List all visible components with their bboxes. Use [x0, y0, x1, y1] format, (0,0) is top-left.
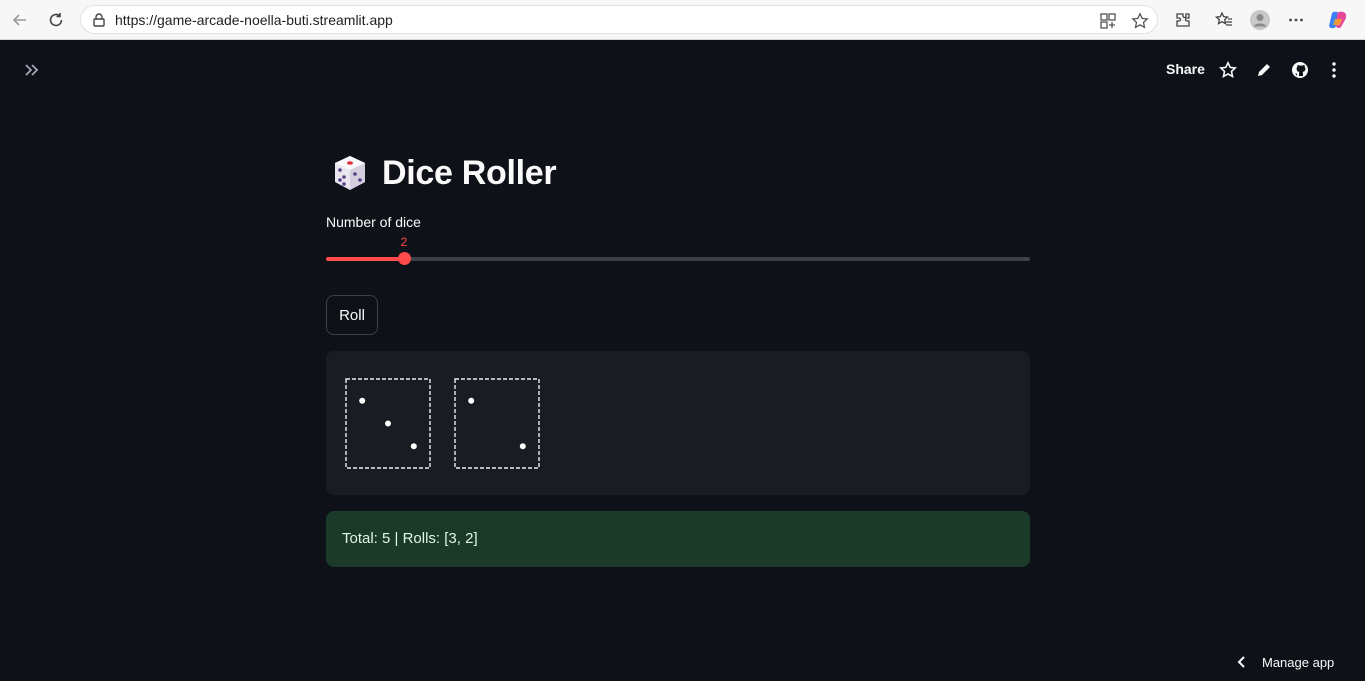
slider-value: 2: [400, 235, 408, 249]
url-text[interactable]: https://game-arcade-noella-buti.streamli…: [115, 12, 393, 28]
die-face-2: [454, 378, 540, 469]
lock-icon[interactable]: [91, 12, 107, 28]
back-icon[interactable]: [8, 8, 32, 32]
manage-app-button[interactable]: Manage app: [1236, 650, 1334, 674]
app-header: Share: [0, 40, 1365, 100]
die-pip: [410, 443, 417, 450]
die-pip: [519, 443, 526, 450]
slider-fill: [326, 257, 404, 261]
die-face-1: [345, 378, 431, 469]
roll-button[interactable]: Roll: [326, 295, 378, 335]
browser-toolbar: https://game-arcade-noella-buti.streamli…: [0, 0, 1365, 40]
result-text: Total: 5 | Rolls: [3, 2]: [342, 530, 478, 547]
star-icon[interactable]: [1216, 58, 1240, 82]
profile-avatar-icon[interactable]: [1248, 8, 1272, 32]
copilot-icon[interactable]: [1326, 8, 1350, 32]
die-pip: [468, 397, 475, 404]
reload-icon[interactable]: [44, 8, 68, 32]
extensions-icon[interactable]: [1171, 8, 1195, 32]
edit-pencil-icon[interactable]: [1252, 58, 1276, 82]
app-available-icon[interactable]: [1099, 12, 1117, 30]
die-pip: [359, 397, 366, 404]
expand-sidebar-icon[interactable]: [20, 58, 44, 82]
title-text: Dice Roller: [382, 153, 557, 192]
chevron-left-icon: [1237, 656, 1245, 668]
address-bar[interactable]: https://game-arcade-noella-buti.streamli…: [80, 5, 1158, 34]
slider-thumb[interactable]: [398, 252, 411, 265]
github-icon[interactable]: [1288, 58, 1312, 82]
slider-track[interactable]: [326, 257, 1030, 261]
result-alert: Total: 5 | Rolls: [3, 2]: [326, 511, 1030, 567]
share-button[interactable]: Share: [1160, 59, 1211, 79]
slider-label: Number of dice: [326, 214, 421, 230]
game-die-icon: [335, 156, 365, 190]
main-menu-icon[interactable]: [1322, 58, 1346, 82]
dice-panel: [326, 351, 1030, 495]
manage-app-label: Manage app: [1262, 654, 1335, 670]
page-title: Dice Roller: [330, 150, 557, 196]
die-pip: [385, 420, 391, 427]
favorites-icon[interactable]: [1212, 8, 1236, 32]
die-pips: [468, 397, 526, 450]
favorite-star-icon[interactable]: [1131, 12, 1149, 30]
more-menu-icon[interactable]: [1284, 8, 1308, 32]
die-pips: [359, 397, 417, 450]
